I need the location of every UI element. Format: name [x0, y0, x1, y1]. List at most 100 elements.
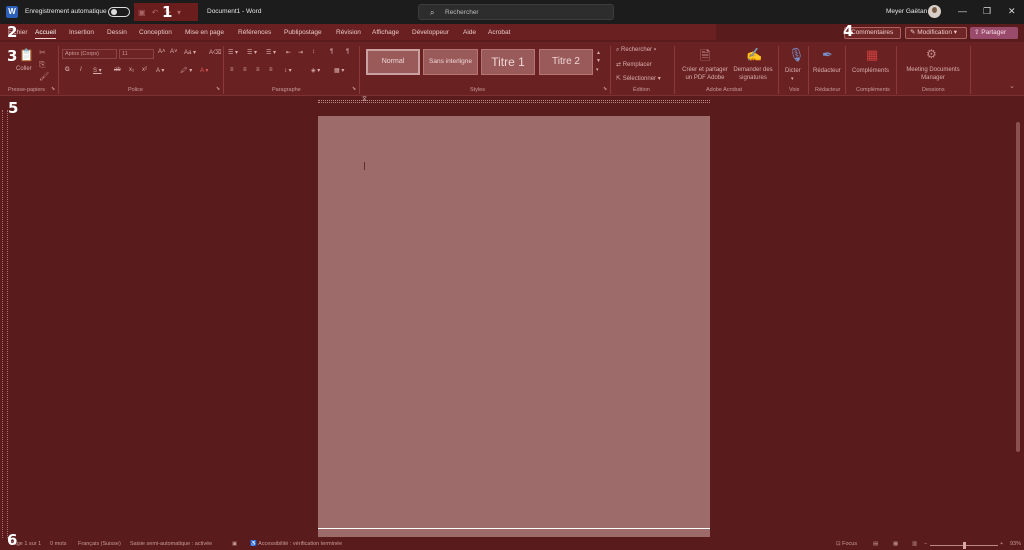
- accessibility-status[interactable]: ♿ Accessibilité : vérification terminée: [250, 541, 342, 547]
- microphone-icon[interactable]: 🎙: [788, 47, 805, 63]
- tab-accueil[interactable]: Accueil: [35, 29, 56, 39]
- numbering-icon[interactable]: ☰ ▾: [247, 49, 257, 56]
- underline-icon[interactable]: S ▾: [93, 67, 102, 74]
- tab-affichage[interactable]: Affichage: [372, 29, 399, 36]
- save-icon[interactable]: ▣: [138, 8, 146, 17]
- editor-pen-icon[interactable]: ✒: [822, 47, 833, 63]
- cut-icon[interactable]: ✂: [39, 48, 46, 57]
- change-case-icon[interactable]: Aa ▾: [184, 49, 196, 56]
- font-color-icon[interactable]: A ▾: [200, 67, 208, 74]
- minimize-button[interactable]: —: [958, 6, 967, 16]
- print-layout-icon[interactable]: ▦: [893, 541, 898, 547]
- justify-icon[interactable]: ≡: [269, 67, 273, 73]
- strikethrough-icon[interactable]: ab: [114, 67, 121, 73]
- tab-developpeur[interactable]: Développeur: [412, 29, 449, 36]
- align-left-icon[interactable]: ≡: [230, 67, 234, 73]
- tab-conception[interactable]: Conception: [139, 29, 172, 36]
- read-mode-icon[interactable]: ▤: [873, 541, 878, 547]
- zoom-level[interactable]: 93%: [1010, 541, 1021, 547]
- editor-button[interactable]: Rédacteur: [813, 68, 841, 74]
- paste-icon[interactable]: 📋: [19, 48, 34, 62]
- editing-mode-button[interactable]: ✎ Modification ▾: [905, 27, 967, 39]
- addins-button[interactable]: Compléments: [852, 68, 889, 74]
- share-button[interactable]: ⇪ Partager: [970, 27, 1018, 39]
- pilcrow-icon[interactable]: ¶: [346, 49, 349, 55]
- shrink-font-icon[interactable]: A˅: [170, 49, 178, 55]
- create-share-pdf-button[interactable]: Créer et partager un PDF Adobe: [680, 66, 730, 82]
- customize-qat-icon[interactable]: ▾: [177, 8, 181, 17]
- font-name-select[interactable]: Aptos (Corps): [62, 49, 117, 59]
- select-button[interactable]: ⇱ Sélectionner ▾: [616, 75, 661, 82]
- indent-marker-icon[interactable]: ⧖: [362, 96, 367, 104]
- styles-expand-icon[interactable]: ▾: [596, 67, 599, 73]
- increase-indent-icon[interactable]: ⇥: [298, 49, 303, 56]
- align-center-icon[interactable]: ≡: [243, 67, 247, 73]
- find-button[interactable]: ⌕ Rechercher ▾: [616, 47, 656, 54]
- zoom-in-icon[interactable]: +: [1000, 541, 1003, 547]
- styles-launcher-icon[interactable]: ⬊: [603, 86, 607, 92]
- highlight-icon[interactable]: 🖍 ▾: [180, 67, 192, 74]
- tab-publipostage[interactable]: Publipostage: [284, 29, 322, 36]
- subscript-icon[interactable]: x₂: [129, 67, 134, 73]
- shading-icon[interactable]: ◈ ▾: [311, 67, 320, 74]
- avatar[interactable]: [928, 5, 941, 18]
- dictate-button[interactable]: Dicter: [785, 68, 801, 74]
- tab-revision[interactable]: Révision: [336, 29, 361, 36]
- focus-button[interactable]: ⊡ Focus: [836, 541, 857, 547]
- replace-button[interactable]: ⇄ Remplacer: [616, 61, 652, 68]
- language-status[interactable]: Français (Suisse): [78, 541, 121, 547]
- search-input[interactable]: ⌕ Rechercher: [418, 4, 614, 20]
- copy-icon[interactable]: ⎘: [39, 60, 45, 70]
- sort-icon[interactable]: ↕: [312, 49, 315, 55]
- format-painter-icon[interactable]: 🖌: [39, 72, 49, 81]
- superscript-icon[interactable]: x²: [142, 67, 147, 73]
- addins-grid-icon[interactable]: ▦: [866, 47, 878, 63]
- grow-font-icon[interactable]: A˄: [158, 49, 166, 55]
- line-spacing-icon[interactable]: ↕ ▾: [284, 67, 292, 74]
- tab-references[interactable]: Références: [238, 29, 271, 36]
- style-heading-1[interactable]: Titre 1: [481, 49, 535, 75]
- show-formatting-icon[interactable]: ¶: [330, 49, 333, 55]
- horizontal-ruler[interactable]: ⧖: [318, 96, 710, 105]
- style-heading-2[interactable]: Titre 2: [539, 49, 593, 75]
- chevron-down-icon[interactable]: ▾: [791, 76, 794, 82]
- vertical-scrollbar[interactable]: [1016, 122, 1020, 452]
- request-signatures-button[interactable]: Demander des signatures: [732, 66, 774, 82]
- paste-label[interactable]: Coller: [16, 66, 32, 72]
- tab-acrobat[interactable]: Acrobat: [488, 29, 510, 36]
- undo-icon[interactable]: ↶: [152, 8, 159, 17]
- style-normal[interactable]: Normal: [366, 49, 420, 75]
- web-layout-icon[interactable]: ▥: [912, 541, 917, 547]
- request-signatures-icon[interactable]: ✍: [746, 47, 762, 63]
- tab-mise-en-page[interactable]: Mise en page: [185, 29, 224, 36]
- track-icon[interactable]: ▣: [232, 541, 237, 547]
- tab-aide[interactable]: Aide: [463, 29, 476, 36]
- multilevel-list-icon[interactable]: ☰ ▾: [266, 49, 276, 56]
- font-size-select[interactable]: 11: [119, 49, 154, 59]
- style-no-spacing[interactable]: Sans interligne: [423, 49, 478, 75]
- italic-icon[interactable]: I: [80, 67, 82, 73]
- zoom-out-icon[interactable]: −: [924, 541, 927, 547]
- font-launcher-icon[interactable]: ⬊: [216, 86, 220, 92]
- meeting-documents-button[interactable]: Meeting Documents Manager: [900, 66, 966, 82]
- document-page[interactable]: [318, 116, 710, 537]
- clear-formatting-icon[interactable]: A⌫: [209, 49, 222, 56]
- bullets-icon[interactable]: ☰ ▾: [228, 49, 238, 56]
- word-count[interactable]: 0 mots: [50, 541, 67, 547]
- collapse-ribbon-icon[interactable]: ⌄: [1009, 82, 1015, 90]
- align-right-icon[interactable]: ≡: [256, 67, 260, 73]
- close-button[interactable]: ✕: [1008, 6, 1016, 17]
- autosave-toggle[interactable]: [108, 7, 130, 17]
- borders-icon[interactable]: ▦ ▾: [334, 67, 344, 74]
- meeting-documents-icon[interactable]: ⚙: [926, 47, 937, 61]
- restore-button[interactable]: ❐: [983, 6, 991, 17]
- bold-icon[interactable]: G: [65, 67, 70, 73]
- tab-dessin[interactable]: Dessin: [107, 29, 127, 36]
- text-prediction-status[interactable]: Saisie semi-automatique : activée: [130, 541, 212, 547]
- clipboard-launcher-icon[interactable]: ⬊: [51, 86, 55, 92]
- styles-scroll-down-icon[interactable]: ▼: [596, 58, 601, 64]
- text-effects-icon[interactable]: A ▾: [156, 67, 164, 74]
- zoom-slider-thumb[interactable]: [963, 542, 966, 549]
- paragraph-launcher-icon[interactable]: ⬊: [352, 86, 356, 92]
- tab-insertion[interactable]: Insertion: [69, 29, 94, 36]
